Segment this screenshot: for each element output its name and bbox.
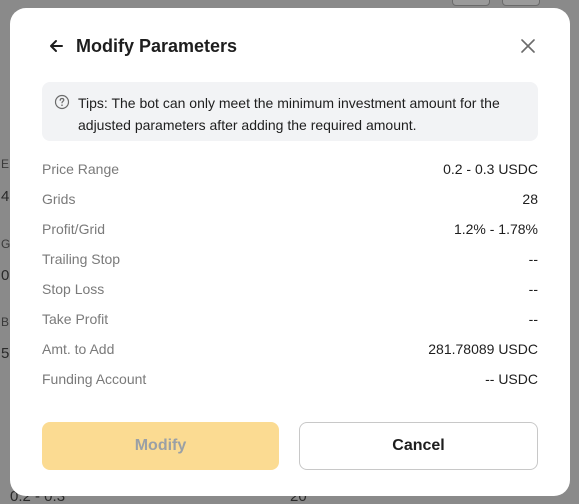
param-label: Stop Loss (42, 281, 105, 297)
param-value: -- (528, 281, 538, 297)
param-label: Amt. to Add (42, 341, 115, 357)
cancel-button[interactable]: Cancel (299, 422, 538, 470)
modify-button[interactable]: Modify (42, 422, 279, 470)
param-label: Trailing Stop (42, 251, 121, 267)
param-row-trailing-stop: Trailing Stop -- (42, 244, 538, 274)
tips-box: Tips: The bot can only meet the minimum … (42, 82, 538, 141)
param-row-profit-grid: Profit/Grid 1.2% - 1.78% (42, 214, 538, 244)
param-label: Profit/Grid (42, 221, 106, 237)
param-value: 1.2% - 1.78% (453, 221, 538, 237)
param-label: Take Profit (42, 311, 109, 327)
background-text: 0 (1, 267, 10, 284)
arrow-left-icon[interactable] (46, 36, 66, 56)
dialog-footer: Modify Cancel (42, 422, 538, 470)
param-value: 281.78089 USDC (428, 341, 538, 357)
param-value: -- (528, 311, 538, 327)
background-text: 5 (1, 345, 10, 362)
background-text: 4 (1, 188, 10, 205)
param-value: 0.2 - 0.3 USDC (443, 161, 538, 177)
param-label: Funding Account (42, 371, 147, 387)
modify-parameters-dialog: Modify Parameters Tips: The bot can only… (10, 8, 570, 496)
background-header-button (452, 0, 490, 6)
param-label: Price Range (42, 161, 120, 177)
background-text: B (1, 315, 10, 329)
param-label: Grids (42, 191, 76, 207)
param-value: 28 (522, 191, 538, 207)
parameter-list: Price Range 0.2 - 0.3 USDC Grids 28 Prof… (42, 154, 538, 394)
page-backdrop: E 4 G 0 B 5 0.2 - 0.3 20 Modify Paramete… (0, 0, 579, 504)
param-row-grids: Grids 28 (42, 184, 538, 214)
param-row-price-range: Price Range 0.2 - 0.3 USDC (42, 154, 538, 184)
param-value: -- (528, 251, 538, 267)
background-text: G (1, 237, 11, 251)
param-row-funding-account: Funding Account -- USDC (42, 364, 538, 394)
dialog-title: Modify Parameters (76, 35, 238, 56)
question-circle-icon (54, 94, 70, 110)
background-header-button (502, 0, 540, 6)
param-row-stop-loss: Stop Loss -- (42, 274, 538, 304)
background-text: E (1, 157, 10, 171)
dialog-header: Modify Parameters (46, 34, 538, 58)
param-value: -- USDC (485, 371, 538, 387)
param-row-take-profit: Take Profit -- (42, 304, 538, 334)
close-icon[interactable] (518, 36, 538, 56)
param-row-amount-to-add: Amt. to Add 281.78089 USDC (42, 334, 538, 364)
tips-text: Tips: The bot can only meet the minimum … (78, 95, 500, 133)
